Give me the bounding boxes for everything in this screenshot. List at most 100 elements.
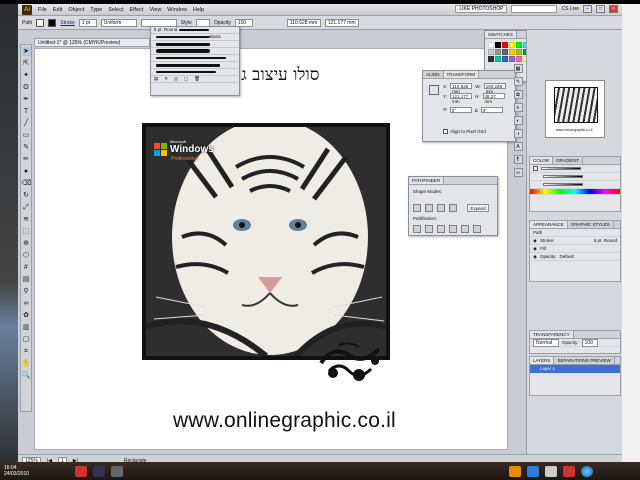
menu-effect[interactable]: Effect (130, 7, 144, 13)
document-tab[interactable]: Untitled-1* @ 125% (CMYK/Preview) (34, 38, 150, 47)
menu-help[interactable]: Help (193, 7, 204, 13)
brush-row[interactable] (151, 69, 239, 76)
line-icon[interactable]: ╱ (22, 119, 31, 128)
start-orb-icon[interactable] (581, 465, 594, 477)
type-icon[interactable]: T (22, 107, 31, 116)
brushes-icon[interactable]: ✎ (513, 77, 523, 86)
tiger-photo-frame[interactable]: Microsoft Windows Professional (142, 123, 390, 360)
magic-wand-icon[interactable]: ✦ (22, 71, 31, 80)
transparency-opacity-field[interactable]: 100 (581, 338, 598, 347)
swatch[interactable] (488, 42, 494, 48)
blob-brush-icon[interactable]: ● (22, 167, 31, 176)
color-spectrum[interactable] (530, 189, 620, 195)
reference-point-icon[interactable] (429, 85, 439, 95)
menu-object[interactable]: Object (68, 7, 84, 13)
hand-icon[interactable]: ✋ (22, 359, 31, 368)
links-icon[interactable]: ∞ (513, 168, 523, 177)
scale-icon[interactable]: ⤢ (22, 203, 31, 212)
stroke-icon[interactable]: ≡ (513, 103, 523, 112)
color-slider-row[interactable] (530, 173, 620, 181)
taskbar-app-icon[interactable] (527, 465, 540, 477)
type-icon[interactable]: A (513, 142, 523, 151)
transparency-icon[interactable]: ◑ (513, 129, 523, 138)
close-icon[interactable]: × (609, 5, 618, 13)
minimize-icon[interactable]: – (583, 5, 592, 13)
workspace-switcher[interactable]: LIKE PHOTOSHOP (455, 5, 508, 13)
swatch[interactable] (516, 49, 522, 55)
tab-transparency[interactable]: TRANSPARENCY (530, 331, 574, 338)
tab-graphic-styles[interactable]: GRAPHIC STYLES (568, 221, 614, 228)
brush-row[interactable] (151, 48, 239, 55)
tab-pathfinder[interactable]: PATHFINDER (409, 177, 445, 184)
swatch[interactable] (509, 49, 515, 55)
remove-stroke-icon[interactable]: ✕ (164, 76, 168, 82)
zoom-icon[interactable]: 🔍 (22, 371, 31, 380)
color-slider-row[interactable] (530, 181, 620, 189)
paintbrush-icon[interactable]: ✎ (22, 143, 31, 152)
symbols-icon[interactable]: ✿ (513, 90, 523, 99)
swatches-icon[interactable]: ▦ (513, 64, 523, 73)
mesh-icon[interactable]: # (22, 263, 31, 272)
free-transform-icon[interactable]: ⬚ (22, 227, 31, 236)
unite-icon[interactable] (413, 204, 421, 212)
arrow-icon[interactable]: ➤ (21, 47, 31, 56)
outline-icon[interactable] (461, 225, 469, 233)
brush-row[interactable] (151, 62, 239, 69)
brush-library-icon[interactable]: ▤ (154, 76, 158, 82)
appearance-stroke-row[interactable]: ◉ Stroke: 5 pt. Round (530, 237, 620, 245)
maximize-icon[interactable]: □ (596, 5, 605, 13)
expand-button[interactable]: Expand (467, 204, 489, 212)
color-slider[interactable] (543, 183, 583, 186)
pen-icon[interactable]: ✒ (22, 95, 31, 104)
cs-live-button[interactable]: CS Live (561, 6, 579, 12)
fill-stroke-icon[interactable] (533, 166, 538, 171)
tab-separations-preview[interactable]: SEPARATIONS PREVIEW (554, 357, 615, 364)
appearance-fill-row[interactable]: ◉ Fill: (530, 245, 620, 253)
illustrator-taskbar-icon[interactable] (509, 465, 522, 477)
gradient-icon[interactable]: ▤ (22, 275, 31, 284)
tab-align[interactable]: ALIGN (423, 71, 444, 78)
merge-icon[interactable] (437, 225, 445, 233)
direct-select-icon[interactable]: ⇱ (22, 59, 31, 68)
rectangle-icon[interactable]: ▭ (22, 131, 31, 140)
eye-icon[interactable]: ◉ (533, 245, 537, 252)
new-brush-icon[interactable]: ▢ (184, 76, 188, 82)
eye-icon[interactable]: ◉ (533, 253, 537, 260)
brush-row[interactable] (151, 55, 239, 62)
delete-brush-icon[interactable]: 🗑 (194, 76, 200, 82)
lasso-icon[interactable]: ʘ (22, 83, 31, 92)
swatch[interactable] (488, 49, 494, 55)
y-field[interactable]: 121.177 mm (450, 93, 473, 104)
taskbar-app-icon[interactable] (563, 465, 576, 477)
stroke-swatch[interactable] (48, 18, 57, 27)
symbol-sprayer-icon[interactable]: ✿ (22, 311, 31, 320)
paragraph-icon[interactable]: ¶ (513, 155, 523, 164)
swatch[interactable] (502, 42, 508, 48)
minus-back-icon[interactable] (473, 225, 481, 233)
eyedropper-icon[interactable]: ⚲ (22, 287, 31, 296)
width-icon[interactable]: ≋ (22, 215, 31, 224)
taskbar-app-icon[interactable] (111, 465, 124, 477)
crop-icon[interactable] (449, 225, 457, 233)
swatch[interactable] (509, 42, 515, 48)
variable-width-profile[interactable]: Uniform (100, 18, 137, 27)
exclude-icon[interactable] (449, 204, 457, 212)
blend-mode-select[interactable]: Normal (533, 338, 559, 347)
white-tiger-photo[interactable]: Microsoft Windows Professional (146, 127, 386, 356)
color-slider[interactable] (541, 167, 581, 170)
intersect-icon[interactable] (437, 204, 445, 212)
swatch[interactable] (516, 42, 522, 48)
website-url-text[interactable]: www.onlinegraphic.co.il (173, 409, 396, 433)
swatch[interactable] (488, 56, 494, 62)
shape-builder-icon[interactable]: ⊕ (22, 239, 31, 248)
swatch[interactable] (502, 56, 508, 62)
tab-color[interactable]: COLOR (530, 157, 554, 164)
h-field[interactable]: 38.27 mm (482, 93, 505, 104)
divide-icon[interactable] (413, 225, 421, 233)
w-field[interactable]: 100.226 mm (483, 83, 506, 94)
swatch[interactable] (495, 56, 501, 62)
perspective-icon[interactable]: ⬡ (22, 251, 31, 260)
swatch[interactable] (516, 56, 522, 62)
ornament-flourish[interactable] (319, 341, 387, 383)
tab-transform[interactable]: TRANSFORM (443, 71, 480, 78)
